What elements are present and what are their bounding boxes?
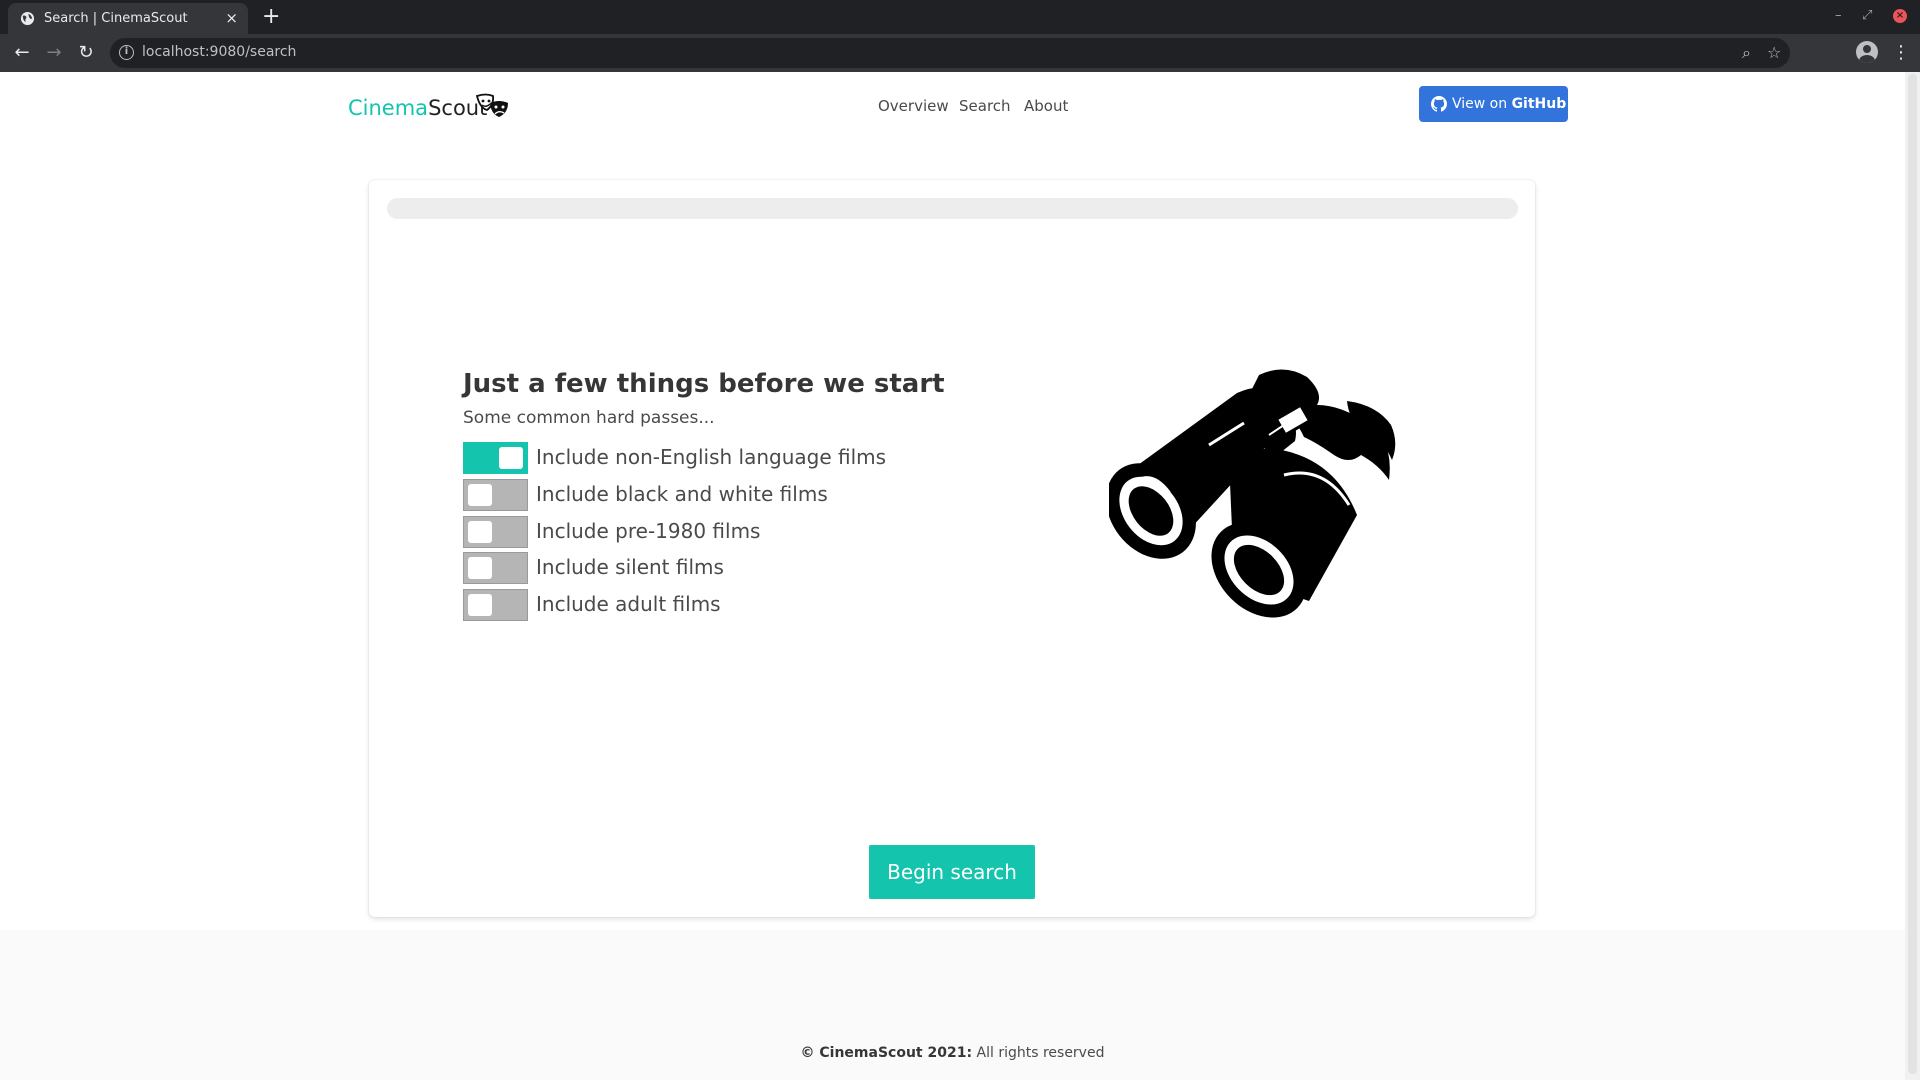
- new-tab-icon[interactable]: +: [262, 4, 280, 30]
- globe-icon: [20, 11, 35, 26]
- toggle-non-english[interactable]: [463, 442, 528, 474]
- nav-overview[interactable]: Overview: [878, 96, 949, 116]
- page-scrollbar[interactable]: [1905, 72, 1920, 1080]
- footer-copyright-text: All rights reserved: [972, 1045, 1105, 1061]
- tab-close-icon[interactable]: ×: [225, 9, 238, 27]
- page-subtitle: Some common hard passes...: [463, 408, 715, 428]
- reload-icon[interactable]: ↻: [74, 41, 98, 65]
- footer-copyright-bold: © CinemaScout 2021:: [800, 1045, 973, 1061]
- binoculars-icon: [1109, 369, 1396, 618]
- address-bar[interactable]: i localhost:9080/search ⌕ ☆: [110, 38, 1790, 68]
- toggle-knob: [468, 594, 492, 616]
- search-setup-card: Just a few things before we start Some c…: [369, 180, 1535, 917]
- scrollbar-thumb[interactable]: [1908, 74, 1917, 1074]
- info-icon[interactable]: i: [119, 45, 134, 60]
- brand-cinema: Cinema: [348, 96, 429, 120]
- option-label: Include non-English language films: [536, 445, 887, 469]
- view-on-github-button[interactable]: View on GitHub: [1419, 86, 1568, 122]
- github-button-prefix: View on: [1452, 96, 1512, 112]
- toggle-adult[interactable]: [463, 589, 528, 621]
- browser-toolbar: ← → ↻ i localhost:9080/search ⌕ ☆ ⋮: [0, 34, 1920, 72]
- option-label: Include adult films: [536, 592, 721, 616]
- forward-arrow-icon[interactable]: →: [42, 41, 66, 65]
- browser-tab-strip: Search | CinemaScout × + – ⤢ ×: [0, 0, 1920, 34]
- toggle-knob: [468, 557, 492, 579]
- toggle-pre-1980[interactable]: [463, 516, 528, 548]
- theater-masks-icon: [475, 93, 508, 117]
- option-label: Include pre-1980 films: [536, 519, 761, 543]
- option-label: Include black and white films: [536, 482, 828, 506]
- toggle-black-and-white[interactable]: [463, 479, 528, 511]
- github-button-bold: GitHub: [1511, 96, 1567, 112]
- github-icon: [1431, 96, 1447, 112]
- toggle-knob: [468, 521, 492, 543]
- option-label: Include silent films: [536, 555, 724, 579]
- zoom-icon[interactable]: ⌕: [1742, 43, 1751, 63]
- restore-icon[interactable]: ⤢: [1862, 8, 1872, 24]
- github-button-label: View on GitHub: [1452, 86, 1566, 122]
- begin-search-button[interactable]: Begin search: [869, 845, 1035, 899]
- progress-bar: [387, 198, 1518, 219]
- footer: © CinemaScout 2021: All rights reserved: [0, 930, 1905, 1080]
- window-close-icon[interactable]: ×: [1893, 9, 1907, 23]
- toggle-knob: [468, 484, 492, 506]
- browser-tab[interactable]: Search | CinemaScout ×: [8, 3, 248, 34]
- footer-copyright: © CinemaScout 2021: All rights reserved: [0, 1045, 1905, 1061]
- page-viewport: CinemaScout Overview Search About View o…: [0, 72, 1905, 1080]
- profile-avatar-icon[interactable]: [1856, 41, 1878, 63]
- nav-search[interactable]: Search: [959, 96, 1011, 116]
- nav-about[interactable]: About: [1024, 96, 1068, 116]
- toggle-knob: [499, 447, 523, 469]
- page-title: Just a few things before we start: [463, 369, 945, 399]
- bookmark-star-icon[interactable]: ☆: [1767, 43, 1781, 63]
- browser-menu-icon[interactable]: ⋮: [1892, 41, 1910, 65]
- minimize-icon[interactable]: –: [1835, 8, 1842, 24]
- url-text[interactable]: localhost:9080/search: [142, 44, 296, 60]
- brand-logo[interactable]: CinemaScout: [348, 95, 487, 121]
- back-arrow-icon[interactable]: ←: [10, 41, 34, 65]
- tab-title: Search | CinemaScout: [44, 11, 188, 26]
- toggle-silent[interactable]: [463, 552, 528, 584]
